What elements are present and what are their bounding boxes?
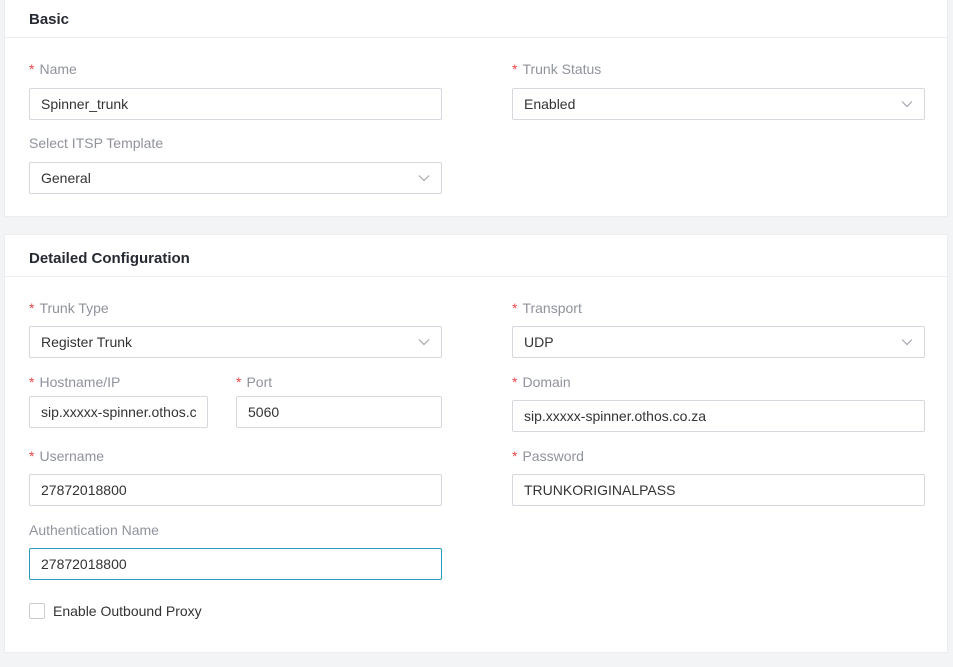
required-asterisk: *: [236, 374, 242, 390]
itsp-template-select[interactable]: General: [29, 162, 442, 194]
trunk-status-label: * Trunk Status: [512, 61, 602, 77]
password-label: * Password: [512, 448, 584, 464]
trunk-type-value: Register Trunk: [41, 334, 133, 350]
detailed-config-title: Detailed Configuration: [29, 250, 190, 267]
username-label: * Username: [29, 448, 105, 464]
basic-section-title: Basic: [29, 11, 70, 28]
required-asterisk: *: [512, 448, 518, 464]
trunk-status-select[interactable]: Enabled: [512, 88, 925, 120]
chevron-down-icon: [418, 172, 430, 184]
auth-name-input[interactable]: [29, 548, 442, 580]
port-input[interactable]: [236, 396, 442, 428]
required-asterisk: *: [29, 300, 35, 316]
outbound-proxy-checkbox[interactable]: [29, 603, 45, 619]
required-asterisk: *: [512, 300, 518, 316]
chevron-down-icon: [901, 336, 913, 348]
password-input[interactable]: [512, 474, 925, 506]
required-asterisk: *: [512, 61, 518, 77]
transport-label: * Transport: [512, 300, 582, 316]
trunk-status-value: Enabled: [524, 96, 576, 112]
port-label: * Port: [236, 374, 273, 390]
auth-name-label: Authentication Name: [29, 522, 159, 538]
domain-label: * Domain: [512, 374, 571, 390]
basic-divider: [5, 37, 947, 38]
itsp-template-value: General: [41, 170, 91, 186]
trunk-type-label: * Trunk Type: [29, 300, 109, 316]
required-asterisk: *: [29, 374, 35, 390]
hostname-label: * Hostname/IP: [29, 374, 121, 390]
trunk-type-select[interactable]: Register Trunk: [29, 326, 442, 358]
name-label: * Name: [29, 61, 77, 77]
username-input[interactable]: [29, 474, 442, 506]
chevron-down-icon: [418, 336, 430, 348]
domain-input[interactable]: [512, 400, 925, 432]
basic-section: Basic *Name *Trunk Status Enabled Select…: [4, 0, 948, 217]
outbound-proxy-label[interactable]: Enable Outbound Proxy: [53, 603, 202, 619]
name-input[interactable]: [29, 88, 442, 120]
hostname-input[interactable]: [29, 396, 208, 428]
transport-value: UDP: [524, 334, 554, 350]
itsp-template-label: Select ITSP Template: [29, 135, 164, 151]
required-asterisk: *: [29, 448, 35, 464]
required-asterisk: *: [29, 61, 35, 77]
detailed-config-section: Detailed Configuration * Trunk Type Regis…: [4, 234, 948, 653]
detailed-divider: [5, 276, 947, 277]
chevron-down-icon: [901, 98, 913, 110]
transport-select[interactable]: UDP: [512, 326, 925, 358]
required-asterisk: *: [512, 374, 518, 390]
